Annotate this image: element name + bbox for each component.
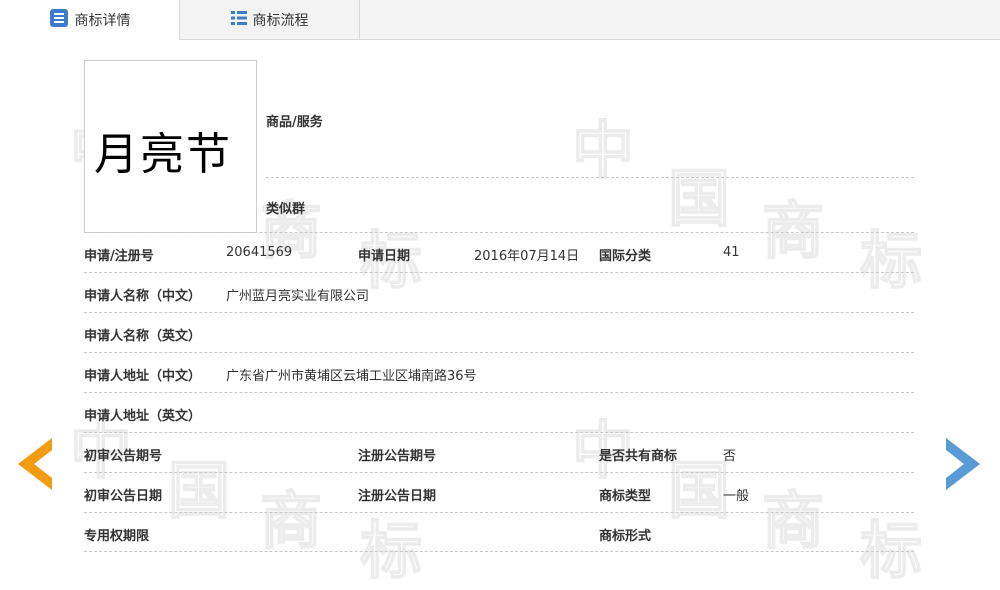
- chevron-left-icon: [18, 438, 52, 490]
- divider: [84, 312, 914, 313]
- divider: [84, 432, 914, 433]
- address-cn-label: 申请人地址（中文）: [84, 369, 202, 384]
- address-cn-value: 广东省广州市黄埔区云埔工业区埔南路36号: [226, 369, 477, 384]
- shared-value: 否: [723, 449, 737, 464]
- applicant-en-label: 申请人名称（英文）: [84, 329, 202, 344]
- tab-trademark-process[interactable]: 商标流程: [180, 0, 360, 39]
- app-date-value: 2016年07月14日: [474, 249, 580, 264]
- watermark: 商: [761, 193, 825, 268]
- tm-type-label: 商标类型: [599, 489, 652, 504]
- watermark: 国: [167, 453, 231, 528]
- divider: [84, 272, 914, 273]
- reg-no-label: 申请/注册号: [84, 249, 154, 264]
- prev-arrow-button[interactable]: [18, 438, 52, 490]
- watermark: 国: [667, 161, 731, 236]
- divider: [266, 177, 914, 178]
- tab-label: 商标详情: [74, 13, 131, 29]
- address-en-label: 申请人地址（英文）: [84, 409, 202, 424]
- reg-no-value: 20641569: [226, 245, 293, 260]
- document-icon: [49, 8, 69, 32]
- prelim-pub-no-label: 初审公告期号: [84, 449, 163, 464]
- watermark: 商: [761, 483, 825, 558]
- watermark: 商: [259, 483, 323, 558]
- app-date-label: 申请日期: [358, 249, 411, 264]
- divider: [84, 352, 914, 353]
- reg-pub-no-label: 注册公告期号: [358, 449, 437, 464]
- exclusive-period-label: 专用权期限: [84, 529, 150, 544]
- applicant-cn-label: 申请人名称（中文）: [84, 289, 202, 304]
- intl-class-label: 国际分类: [599, 249, 652, 264]
- goods-services-label: 商品/服务: [266, 115, 323, 130]
- divider: [84, 472, 914, 473]
- chevron-right-icon: [946, 438, 980, 490]
- applicant-cn-value: 广州蓝月亮实业有限公司: [226, 289, 370, 304]
- intl-class-value: 41: [723, 245, 740, 260]
- tab-trademark-details[interactable]: 商标详情: [0, 0, 180, 40]
- similar-group-label: 类似群: [266, 202, 306, 217]
- watermark: 标: [359, 513, 423, 588]
- tm-type-value: 一般: [723, 489, 750, 504]
- divider: [84, 232, 914, 233]
- tab-bar: 商标详情 商标流程: [0, 0, 1000, 40]
- divider: [84, 512, 914, 513]
- list-icon: [230, 10, 247, 30]
- divider: [84, 551, 914, 552]
- watermark: 国: [667, 453, 731, 528]
- prelim-pub-date-label: 初审公告日期: [84, 489, 163, 504]
- divider: [84, 392, 914, 393]
- shared-label: 是否共有商标: [599, 449, 678, 464]
- trademark-logo-text: 月亮节: [94, 129, 232, 180]
- reg-pub-date-label: 注册公告日期: [358, 489, 437, 504]
- tab-label: 商标流程: [252, 12, 309, 29]
- watermark: 标: [859, 223, 923, 298]
- tm-form-label: 商标形式: [599, 529, 652, 544]
- watermark: 标: [859, 513, 923, 588]
- next-arrow-button[interactable]: [946, 438, 980, 490]
